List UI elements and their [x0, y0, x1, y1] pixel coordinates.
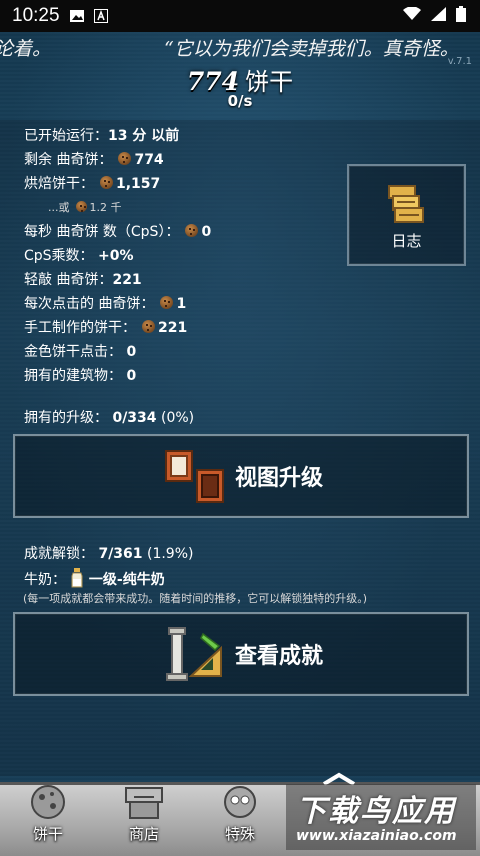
- tab-cookie-label: 饼干: [32, 825, 63, 843]
- stat-baked-alt: ...或 1.2 千: [48, 199, 122, 217]
- stat-handmade: 手工制作的饼干： 221: [24, 319, 187, 337]
- stat-buildings: 拥有的建筑物： 0: [24, 367, 136, 385]
- stat-per-click: 每次点击的 曲奇饼： 1: [24, 295, 186, 313]
- stat-label: 手工制作的饼干：: [24, 320, 136, 336]
- cookie-icon: [185, 224, 199, 237]
- stat-label: 金色饼干点击：: [24, 344, 122, 360]
- stat-value: 13 分 以前: [108, 128, 180, 144]
- stat-label: 拥有的建筑物：: [24, 368, 122, 384]
- view-upgrades-button[interactable]: 视图升级: [13, 434, 469, 518]
- stat-achievements: 成就解锁： 7/361 (1.9%): [24, 545, 193, 563]
- cookie-icon: [100, 176, 113, 189]
- stat-value: 0: [126, 344, 137, 360]
- stat-value: 1.2 千: [89, 201, 122, 214]
- scroll-icon: [387, 184, 425, 230]
- stat-label: 成就解锁：: [24, 546, 94, 562]
- stat-label: CpS乘数：: [24, 248, 94, 264]
- upgrades-icon: [165, 450, 225, 508]
- tab-shop[interactable]: 商店: [114, 784, 174, 844]
- battery-icon: [456, 5, 466, 27]
- stat-label: 轻敲 曲奇饼：: [24, 272, 113, 288]
- stat-percent: (1.9%): [146, 546, 194, 562]
- tab-shop-label: 商店: [128, 825, 159, 843]
- milk-note: (每一项成就都会带来成功。随着时间的推移，它可以解锁独特的升级。): [23, 592, 368, 605]
- stat-cps: 每秒 曲奇饼 数（CpS）： 0: [24, 223, 211, 241]
- cookie-tab-icon: [28, 784, 68, 824]
- status-bar: 10:25: [0, 0, 480, 32]
- tab-special[interactable]: 特殊: [210, 784, 270, 844]
- stat-label: 牛奶：: [24, 572, 66, 588]
- special-tab-icon: [220, 784, 260, 824]
- view-achievements-button[interactable]: 查看成就: [13, 612, 469, 696]
- view-achievements-label: 查看成就: [235, 644, 324, 669]
- stat-value: 0: [126, 368, 137, 384]
- log-button-label: 日志: [391, 232, 422, 250]
- stat-label: 每次点击的 曲奇饼：: [24, 296, 155, 312]
- stat-golden: 金色饼干点击： 0: [24, 343, 136, 361]
- log-button[interactable]: 日志: [347, 164, 466, 266]
- watermark-sub: www.xiazainiao.com: [296, 828, 457, 844]
- stat-clicked: 轻敲 曲奇饼：221: [24, 271, 142, 289]
- tab-special-label: 特殊: [224, 825, 255, 843]
- cookies-per-second: 0/s: [227, 92, 253, 110]
- stat-started: 已开始运行：13 分 以前: [24, 127, 179, 145]
- stat-value: 0: [201, 224, 212, 240]
- view-upgrades-label: 视图升级: [235, 466, 324, 491]
- tab-cookie[interactable]: 饼干: [18, 784, 78, 844]
- image-icon: [69, 9, 85, 23]
- stat-value: 0/334: [112, 410, 157, 426]
- stat-upgrades: 拥有的升级： 0/334 (0%): [24, 409, 194, 427]
- status-time: 10:25: [12, 5, 60, 26]
- app-notification-icon: [93, 9, 110, 23]
- stat-label: ...或: [48, 201, 70, 214]
- stat-value: 一级-纯牛奶: [88, 572, 165, 588]
- stat-multiplier: CpS乘数： +0%: [24, 247, 134, 265]
- ticker-text-right: “它以为我们会卖掉我们。真奇怪。: [164, 38, 459, 60]
- watermark-main: 下载鸟应用: [296, 794, 456, 829]
- shop-tab-icon: [124, 784, 164, 824]
- cookie-icon: [160, 296, 174, 309]
- cookie-icon: [75, 201, 87, 212]
- stat-label: 剩余 曲奇饼：: [24, 152, 113, 168]
- stat-label: 已开始运行：: [24, 128, 108, 144]
- stat-remaining: 剩余 曲奇饼： 774: [24, 151, 164, 169]
- stat-value: 221: [112, 272, 142, 288]
- trophy-icon: [163, 626, 227, 686]
- ticker-text-left: 论着。: [0, 38, 52, 60]
- stat-label: 烘焙饼干：: [24, 176, 94, 192]
- stat-value: 774: [134, 152, 164, 168]
- stat-label: 拥有的升级：: [24, 410, 108, 426]
- cookie-icon: [118, 152, 132, 165]
- watermark: 下载鸟应用 www.xiazainiao.com: [286, 784, 476, 850]
- game-area: 论着。 “它以为我们会卖掉我们。真奇怪。 v.7.1 774饼干 0/s 已开始…: [0, 32, 480, 782]
- stat-value: 1: [176, 296, 187, 312]
- stat-baked: 烘焙饼干： 1,157: [24, 175, 160, 193]
- cookie-icon: [142, 320, 155, 333]
- stat-value: 221: [158, 320, 188, 336]
- wifi-icon: [403, 5, 421, 26]
- stat-value: 1,157: [116, 176, 161, 192]
- signal-icon: [431, 6, 446, 26]
- stat-percent: (0%): [160, 410, 195, 426]
- stat-value: 7/361: [98, 546, 143, 562]
- stat-value: +0%: [98, 248, 134, 264]
- stat-label: 每秒 曲奇饼 数（CpS）：: [24, 224, 180, 240]
